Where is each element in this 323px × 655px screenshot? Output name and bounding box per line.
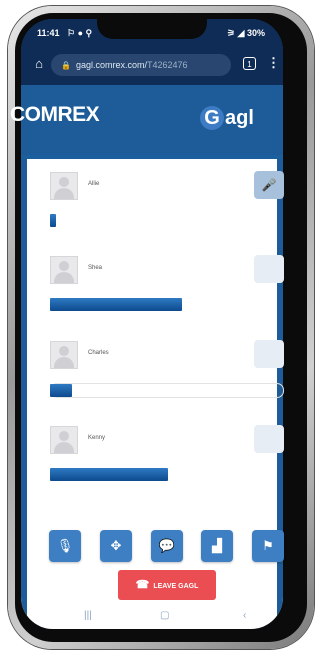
participant-name: Kenny xyxy=(88,435,106,441)
audio-level-meter xyxy=(50,384,72,397)
status-battery: ⚞ ◢ 30% xyxy=(226,28,265,38)
camera-notch xyxy=(97,19,207,39)
leave-gagl-button[interactable]: ☎ LEAVE GAGL xyxy=(118,570,216,600)
flag-button[interactable]: ⚑ xyxy=(252,530,284,562)
lock-icon: 🔒 xyxy=(61,61,71,70)
audio-level-meter xyxy=(50,468,168,481)
status-time: 11:41 xyxy=(37,28,60,38)
recent-apps-icon[interactable]: ||| xyxy=(84,610,92,621)
audio-level-track xyxy=(50,383,284,398)
home-nav-icon[interactable]: ▢ xyxy=(160,610,169,621)
position-button[interactable]: ✥ xyxy=(100,530,132,562)
audio-level-meter xyxy=(50,298,182,311)
gagl-logo: Gagl xyxy=(200,106,254,130)
avatar xyxy=(50,172,78,200)
chat-button[interactable]: 💬 xyxy=(151,530,183,562)
participant-name: Allie xyxy=(88,181,100,187)
tabs-count-button[interactable]: 1 xyxy=(243,57,256,70)
participant-name: Charles xyxy=(88,350,109,356)
mic-mute-button[interactable]: 🎙 xyxy=(49,530,81,562)
overflow-menu-icon[interactable]: ⋮ xyxy=(267,55,280,71)
home-icon[interactable]: ⌂ xyxy=(31,56,47,72)
mute-button[interactable] xyxy=(254,255,284,283)
stats-button[interactable]: ▟ xyxy=(201,530,233,562)
audio-level-meter xyxy=(50,214,56,227)
mic-off-icon: 🎙 xyxy=(56,538,74,553)
mute-button[interactable] xyxy=(254,340,284,368)
flag-icon: ⚑ xyxy=(262,538,274,553)
url-host: gagl.comrex.com/ xyxy=(75,60,147,70)
comrex-logo: COMREX xyxy=(10,103,100,126)
hangup-icon: ☎ xyxy=(135,579,150,591)
gagl-logo-mark: G xyxy=(200,106,224,130)
chat-icon: 💬 xyxy=(158,538,176,553)
crosshair-icon: ✥ xyxy=(110,538,122,553)
address-bar[interactable]: 🔒 gagl.comrex.com/T4262476 xyxy=(51,54,231,76)
participant-name: Shea xyxy=(88,265,103,271)
avatar xyxy=(50,256,78,284)
back-icon[interactable]: ‹ xyxy=(243,610,246,621)
browser-toolbar: ⌂ 🔒 gagl.comrex.com/T4262476 1 ⋮ xyxy=(21,45,283,85)
status-notification-icons: ⚐ ● ⚲ xyxy=(67,28,93,38)
avatar xyxy=(50,341,78,369)
mute-button[interactable]: 🎤 xyxy=(254,171,284,199)
signal-bars-icon: ▟ xyxy=(212,538,222,553)
avatar xyxy=(50,426,78,454)
url-path: T4262476 xyxy=(147,60,188,70)
mute-button[interactable] xyxy=(254,425,284,453)
